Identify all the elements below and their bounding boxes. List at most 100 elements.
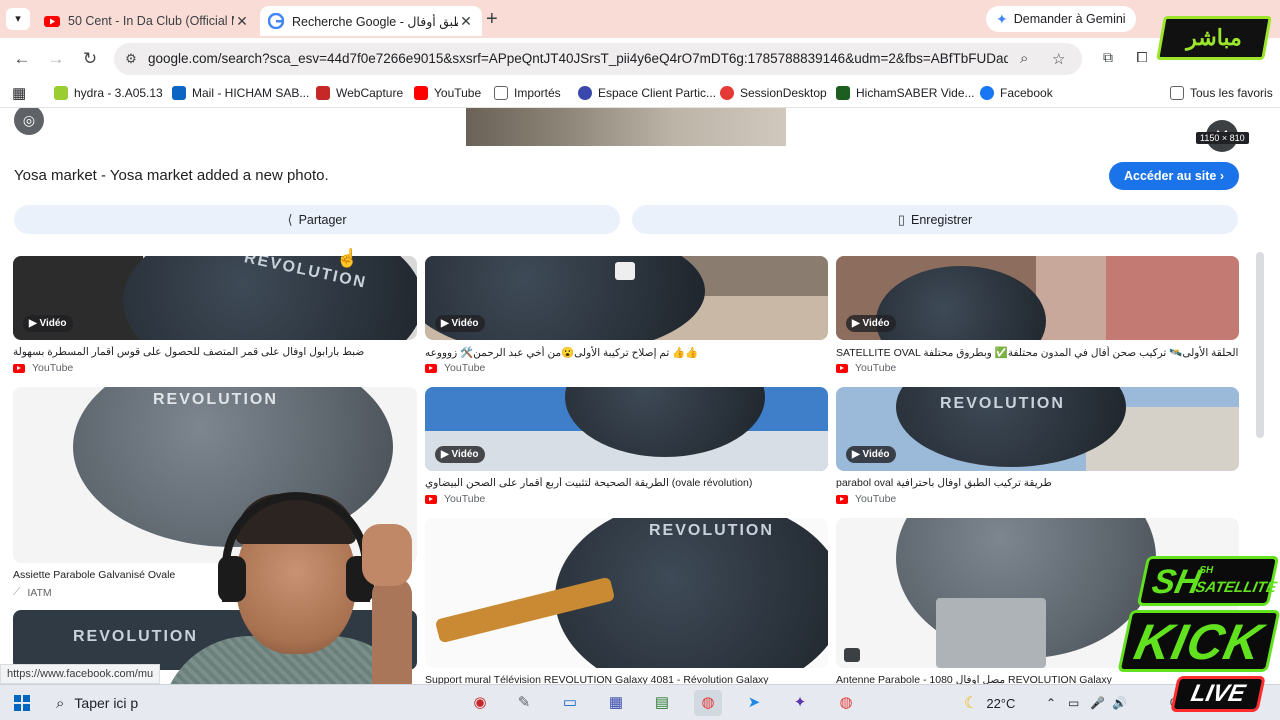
search-icon: ⌕ (56, 694, 65, 712)
kick-text-logo: KICK (1117, 610, 1280, 672)
result-source: YouTube (836, 362, 896, 374)
google-lens-icon[interactable]: ◎ (14, 108, 44, 135)
bookmark-webcapture[interactable]: WebCapture (316, 86, 403, 100)
visit-site-button[interactable]: Accéder au site › (1109, 162, 1239, 190)
taskbar-app-recorder-icon[interactable]: ◉ (466, 690, 494, 716)
source-title[interactable]: Yosa market - Yosa market added a new ph… (14, 167, 329, 184)
bookmark-youtube[interactable]: YouTube (414, 86, 481, 100)
taskbar-app-remote-desktop-icon[interactable]: ▭ (556, 690, 584, 716)
bookmarks-bar: ▦ hydra - 3.A05.13 Mail - HICHAM SAB... … (0, 80, 1280, 108)
taskbar-app-chrome-icon[interactable]: ◍ (832, 690, 860, 716)
result-title[interactable]: SATELLITE OVAL الحلقة الأولى🛰️ تركيب صحن… (836, 346, 1239, 359)
hydra-icon (54, 86, 68, 100)
tray-chevron-icon[interactable]: ⌃ (1046, 685, 1056, 720)
taskbar-app-excel-icon[interactable]: ▤ (648, 690, 676, 716)
extensions-puzzle-icon[interactable]: ⧠ (1132, 49, 1152, 69)
youtube-icon (414, 86, 428, 100)
folder-icon (494, 86, 508, 100)
bookmark-label: Tous les favoris (1190, 86, 1273, 100)
bookmark-label: WebCapture (336, 86, 404, 100)
apps-grid-icon[interactable]: ▦ (12, 84, 26, 102)
brand-text: REVOLUTION (649, 522, 774, 539)
result-thumbnail[interactable]: ▶ Vidéo (425, 387, 828, 471)
save-button[interactable]: ▯ Enregistrer (632, 205, 1238, 234)
share-icon: ⟨ (287, 211, 293, 227)
search-lens-icon[interactable]: ⌕ (1020, 50, 1028, 67)
sessiondesktop-icon (720, 86, 734, 100)
share-button[interactable]: ⟨ Partager (14, 205, 620, 234)
gemini-label: Demander à Gemini (1013, 12, 1126, 26)
result-title[interactable]: الطريقة الصحيحة لتثبيت أربع أقمار على ال… (425, 477, 828, 489)
live-text-logo: LIVE (1170, 676, 1266, 712)
result-source: YouTube (13, 362, 73, 374)
preview-image[interactable] (466, 108, 786, 146)
all-bookmarks-folder[interactable]: Tous les favoris (1170, 86, 1273, 100)
bookmark-facebook[interactable]: Facebook (980, 86, 1053, 100)
address-bar[interactable]: ⚙ google.com/search?sca_esv=44d7f0e7266e… (114, 43, 1082, 75)
video-badge: ▶ Vidéo (846, 446, 896, 463)
result-thumbnail[interactable]: ▶ Vidéo (425, 256, 828, 340)
image-icon (844, 648, 860, 662)
taskbar-app-telegram-icon[interactable]: ➤ (740, 690, 768, 716)
video-badge: ▶ Vidéo (435, 315, 485, 332)
taskbar-app-chrome-icon[interactable]: ◍ (694, 690, 722, 716)
url-text[interactable]: google.com/search?sca_esv=44d7f0e7266e90… (148, 51, 1008, 66)
webcam-person-arm (372, 578, 412, 698)
close-icon[interactable]: ✕ (458, 13, 474, 30)
tab-title: 50 Cent - In Da Club (Official M (68, 14, 234, 28)
result-thumbnail[interactable]: ▶ Vidéo (836, 256, 1239, 340)
forward-arrow-icon[interactable]: → (44, 47, 68, 71)
bookmark-folder-importes[interactable]: Importés (494, 86, 561, 100)
gemini-button[interactable]: ✦ Demander à Gemini (986, 6, 1136, 32)
tab-youtube[interactable]: 50 Cent - In Da Club (Official M ✕ (36, 6, 258, 36)
taskbar-app-calculator-icon[interactable]: ▦ (602, 690, 630, 716)
bookmark-label: Mail - HICHAM SAB... (192, 86, 310, 100)
windows-start-icon[interactable] (14, 695, 30, 711)
browser-toolbar: ← → ↻ ⚙ google.com/search?sca_esv=44d7f0… (0, 38, 1280, 80)
bookmark-label: YouTube (434, 86, 482, 100)
bookmark-label: HichamSABER Vide... (856, 86, 975, 100)
back-arrow-icon[interactable]: ← (10, 47, 34, 71)
bookmark-hichamsaber[interactable]: HichamSABER Vide... (836, 86, 975, 100)
headphone-ear-left (218, 556, 246, 602)
result-title[interactable]: parabol oval طريقة تركيب الطبق اوفال باح… (836, 477, 1239, 489)
bookmark-label: Importés (514, 86, 561, 100)
result-title[interactable]: ضبط بارابول اوفال على قمر المتصف للحصول … (13, 346, 417, 358)
taskbar-app-paint-icon[interactable]: ✎ (510, 690, 538, 716)
bookmark-star-icon[interactable]: ☆ (1052, 50, 1065, 68)
bookmark-espace-client[interactable]: Espace Client Partic... (578, 86, 716, 100)
bookmark-icon: ▯ (897, 211, 905, 227)
brand-text: REVOLUTION (940, 395, 1065, 412)
result-title[interactable]: Support mural Télévision REVOLUTION Gala… (425, 674, 828, 684)
screenshot-extension-icon[interactable]: ⧉ (1098, 49, 1118, 69)
webcam-person-fist (362, 524, 412, 586)
network-icon[interactable]: ▭ (1068, 685, 1079, 720)
weather-widget[interactable]: ☾ 22°C (964, 685, 1015, 720)
page-scrollbar[interactable] (1256, 252, 1264, 438)
result-thumbnail[interactable]: REVOLUTION (425, 518, 828, 668)
bookmark-label: Facebook (1000, 86, 1053, 100)
result-source: ⟋ IATM (13, 586, 52, 599)
tab-search-button[interactable]: ▾ (6, 8, 30, 30)
new-tab-button[interactable]: + (486, 8, 498, 30)
bookmark-sessiondesktop[interactable]: SessionDesktop (720, 86, 827, 100)
live-channel-badge: مباشر (1156, 16, 1272, 60)
taskbar-app-satellite-icon[interactable]: ✦ (786, 690, 814, 716)
close-icon[interactable]: ✕ (234, 13, 250, 30)
taskbar-search[interactable]: ⌕ Taper ici p (48, 685, 160, 720)
source-icon: ⟋ (13, 586, 21, 598)
bookmark-hydra[interactable]: hydra - 3.A05.13 (54, 86, 163, 100)
youtube-icon (836, 494, 848, 504)
gemini-sparkle-icon: ✦ (996, 10, 1008, 27)
bookmark-label: SessionDesktop (740, 86, 827, 100)
reload-icon[interactable]: ↻ (78, 47, 102, 71)
webcam-overlay (140, 468, 440, 720)
microphone-icon[interactable]: 🎤 (1090, 685, 1105, 720)
tab-google-search[interactable]: Recherche Google - طبق أوفال ✕ (260, 6, 482, 36)
site-settings-icon[interactable]: ⚙ (122, 50, 140, 68)
result-thumbnail[interactable]: REVOLUTION ▶ Vidéo (836, 387, 1239, 471)
result-title[interactable]: تم إصلاح تركيبة الأولى😮من أخي عبد الرحمن… (425, 346, 828, 359)
bank-icon (578, 86, 592, 100)
video-badge: ▶ Vidéo (23, 315, 73, 332)
bookmark-mail[interactable]: Mail - HICHAM SAB... (172, 86, 309, 100)
